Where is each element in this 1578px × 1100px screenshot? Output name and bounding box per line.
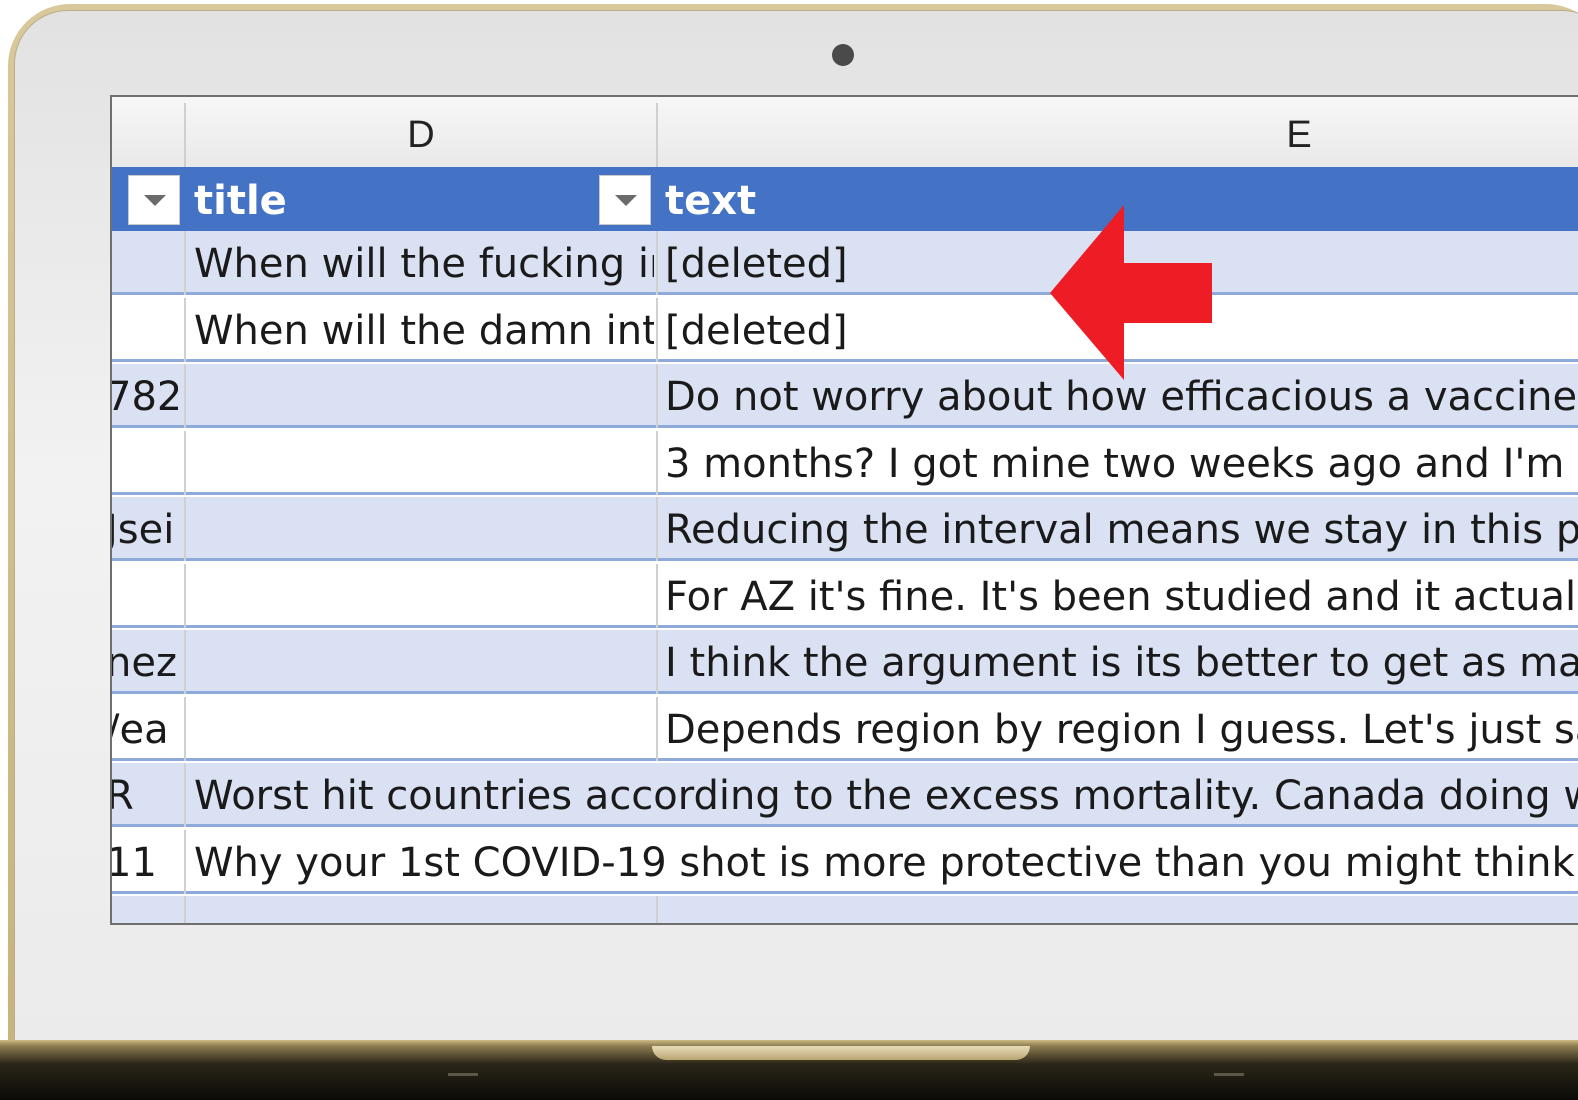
cell-column-c[interactable] [112, 431, 178, 495]
cell-column-c[interactable] [112, 564, 178, 628]
table-row: When will the fucking ir [deleted] [112, 231, 1578, 295]
grid-line [656, 297, 658, 362]
grid-line [656, 497, 658, 561]
cell-title[interactable]: When will the damn int [194, 298, 654, 362]
column-header-row: D E [112, 97, 1578, 169]
table-row: Jsei Reducing the interval means we stay … [112, 497, 1578, 561]
table-header-row: title text [112, 167, 1578, 231]
cell-column-c[interactable]: 782 [112, 364, 178, 428]
cell-title[interactable] [194, 497, 654, 561]
grid-line [184, 231, 186, 295]
cell-column-c[interactable]: Jsei [112, 497, 178, 561]
grid-line [656, 896, 658, 923]
laptop-foot [1214, 1073, 1244, 1076]
cell-column-c[interactable] [112, 298, 178, 362]
grid-line [656, 430, 658, 495]
cell-text[interactable] [665, 896, 1578, 923]
table-row: 782Do not worry about how efficacious a … [112, 364, 1578, 428]
webcam-icon [832, 44, 854, 66]
table-row: When will the damn int [deleted] [112, 297, 1578, 362]
cell-column-c[interactable] [112, 896, 178, 923]
laptop-foot [448, 1073, 478, 1076]
cell-title[interactable] [194, 431, 654, 495]
table-row: 3 months? I got mine two weeks ago and I… [112, 430, 1578, 495]
header-text[interactable]: text [665, 167, 756, 231]
cell-title[interactable] [194, 364, 654, 428]
grid-line [184, 763, 186, 827]
grid-line [656, 563, 658, 628]
cell-title[interactable] [194, 564, 654, 628]
cell-text[interactable]: I think the argument is its better to ge… [665, 630, 1578, 694]
cell-column-c[interactable]: /ea [112, 697, 178, 761]
grid-line [656, 231, 658, 295]
grid-line [656, 696, 658, 761]
grid-line [184, 829, 186, 894]
table-row: nez I think the argument is its better to… [112, 630, 1578, 694]
grid-line [184, 563, 186, 628]
grid-line [184, 430, 186, 495]
filter-dropdown-c-icon[interactable] [128, 175, 180, 225]
filter-dropdown-title-icon[interactable] [599, 175, 651, 225]
grid-line [184, 896, 186, 923]
table-row [112, 896, 1578, 923]
cell-column-c[interactable]: nez [112, 630, 178, 694]
cell-title[interactable] [194, 630, 654, 694]
grid-line [184, 696, 186, 761]
spreadsheet-screen: D E title text When will the fucking ir[… [110, 95, 1578, 925]
cell-text[interactable]: Depends region by region I guess. Let's … [665, 697, 1578, 761]
table-row: /ea Depends region by region I guess. Let… [112, 696, 1578, 761]
grid-line [656, 630, 658, 694]
cell-title[interactable] [194, 896, 654, 923]
cell-title[interactable]: When will the fucking ir [194, 231, 654, 295]
cell-text[interactable]: Reducing the interval means we stay in t… [665, 497, 1578, 561]
cell-column-c[interactable]: R [112, 763, 178, 827]
cell-column-c[interactable] [112, 231, 178, 295]
cell-title[interactable]: Worst hit countries according to the exc… [194, 763, 1578, 827]
table-row: For AZ it's fine. It's been studied and … [112, 563, 1578, 628]
column-letter-e[interactable]: E [658, 97, 1578, 167]
grid-line [184, 497, 186, 561]
column-letter-d[interactable]: D [186, 97, 656, 167]
cell-text[interactable]: For AZ it's fine. It's been studied and … [665, 564, 1578, 628]
cell-column-c[interactable]: 11 [112, 830, 178, 894]
red-left-arrow-icon [1050, 205, 1212, 380]
cell-title[interactable] [194, 697, 654, 761]
table-row: 11 Why your 1st COVID-19 shot is more pro… [112, 829, 1578, 894]
laptop-hinge-notch [652, 1046, 1030, 1060]
cell-text[interactable]: 3 months? I got mine two weeks ago and I… [665, 431, 1578, 495]
cell-title[interactable]: Why your 1st COVID-19 shot is more prote… [194, 830, 1578, 894]
header-title[interactable]: title [194, 167, 287, 231]
table-row: RWorst hit countries according to the ex… [112, 763, 1578, 827]
grid-line [656, 364, 658, 428]
grid-line [184, 630, 186, 694]
grid-line [184, 297, 186, 362]
grid-line [184, 364, 186, 428]
